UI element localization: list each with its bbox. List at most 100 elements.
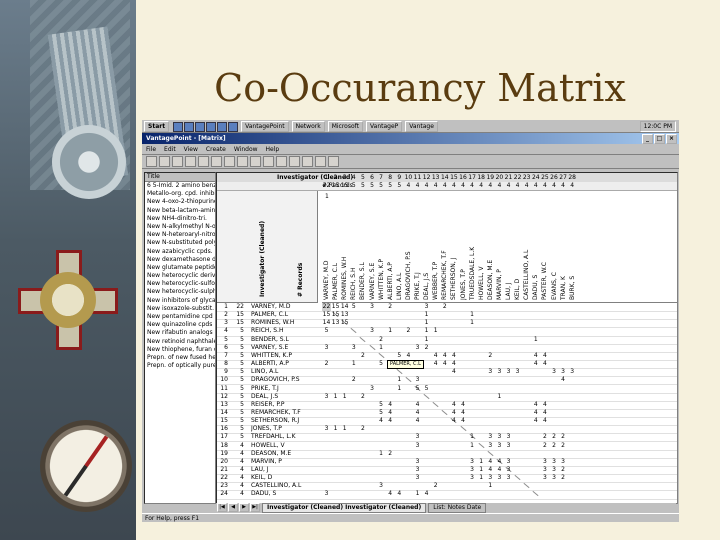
matrix-cell[interactable]: 3 — [322, 344, 331, 352]
row-name[interactable]: REICH, S.H — [251, 327, 315, 335]
taskbar-button[interactable]: Microsoft — [327, 120, 363, 132]
matrix-cell[interactable]: 2 — [440, 303, 449, 311]
row-name[interactable]: KEIL, D — [251, 474, 315, 482]
matrix-cell[interactable]: 2 — [322, 360, 331, 368]
matrix-cell[interactable]: 4 — [540, 352, 549, 360]
column-name[interactable]: DRAGOVICH, P.S — [404, 194, 413, 300]
row-name[interactable]: DEASON, M.E — [251, 450, 315, 458]
column-number[interactable]: 3 — [340, 173, 349, 182]
map-icon[interactable] — [302, 156, 313, 167]
matrix-cell[interactable]: 14 — [340, 303, 349, 311]
matrix-cell[interactable]: 2 — [540, 433, 549, 441]
matrix-cell[interactable]: 3 — [550, 474, 559, 482]
close-icon[interactable]: × — [666, 134, 677, 144]
matrix-cell[interactable]: 3 — [504, 458, 513, 466]
matrix-cell[interactable]: 5 — [377, 401, 386, 409]
matrix-cell[interactable]: 1 — [422, 327, 431, 335]
matrix-cell[interactable]: 2 — [358, 352, 367, 360]
matrix-cell[interactable]: 3 — [568, 368, 577, 376]
title-list-item[interactable]: New heterocyclic-sulph — [145, 288, 215, 296]
row-name[interactable]: SETHERSON, R.J — [251, 417, 315, 425]
matrix-cell[interactable]: 3 — [377, 482, 386, 490]
column-name[interactable]: LAU, J — [504, 194, 513, 300]
column-number[interactable]: 19 — [486, 173, 495, 182]
matrix-cell[interactable]: 4 — [540, 401, 549, 409]
taskbar-button[interactable]: VantageP — [366, 120, 403, 132]
matrix-cell[interactable]: 4 — [404, 352, 413, 360]
row-name[interactable]: DADU, S — [251, 490, 315, 498]
row-name[interactable]: VARNEY, S.E — [251, 344, 315, 352]
matrix-cell[interactable]: 2 — [358, 425, 367, 433]
matrix-cell[interactable]: 4 — [440, 360, 449, 368]
paste-icon[interactable] — [237, 156, 248, 167]
matrix-cell[interactable]: 4 — [440, 352, 449, 360]
matrix-cell[interactable]: 1 — [477, 466, 486, 474]
undo-icon[interactable] — [250, 156, 261, 167]
column-number[interactable]: 18 — [477, 173, 486, 182]
column-number[interactable]: 28 — [568, 173, 577, 182]
title-list-item[interactable]: New quinazoline cpds — [145, 321, 215, 329]
matrix-cell[interactable]: 4 — [531, 409, 540, 417]
matrix-cell[interactable]: 4 — [395, 490, 404, 498]
column-number[interactable]: 23 — [522, 173, 531, 182]
menu-file[interactable]: File — [142, 146, 160, 153]
matrix-cell[interactable]: 3 — [486, 474, 495, 482]
title-list-header[interactable]: Title — [145, 173, 215, 182]
matrix-cell[interactable]: 4 — [377, 417, 386, 425]
matrix-cell[interactable]: 1 — [468, 311, 477, 319]
matrix-cell[interactable]: 5 — [349, 303, 358, 311]
matrix-cell[interactable]: 2 — [358, 393, 367, 401]
column-name[interactable]: JONES, T.P — [459, 194, 468, 300]
taskbar-button[interactable]: Network — [291, 120, 325, 132]
matrix-cell[interactable]: 14 — [322, 319, 331, 327]
matrix-cell[interactable]: 3 — [504, 474, 513, 482]
row-name[interactable]: BENDER, S.L — [251, 336, 315, 344]
matrix-cell[interactable]: 4 — [459, 417, 468, 425]
matrix-cell[interactable]: 4 — [431, 352, 440, 360]
new-file-icon[interactable] — [146, 156, 157, 167]
matrix-cell[interactable]: 1 — [468, 319, 477, 327]
matrix-cell[interactable]: 4 — [540, 360, 549, 368]
chart-icon[interactable] — [315, 156, 326, 167]
matrix-cell[interactable]: 1 — [377, 450, 386, 458]
menu-help[interactable]: Help — [262, 146, 284, 153]
matrix-cell[interactable]: 3 — [504, 442, 513, 450]
title-list-item[interactable]: Metallo-org. cpd. inhibit — [145, 190, 215, 198]
taskbar-button[interactable]: VantagePoint — [241, 120, 289, 132]
save-icon[interactable] — [172, 156, 183, 167]
matrix-cell[interactable]: 5 — [413, 385, 422, 393]
title-list-item[interactable]: New heterocyclic-sulfon — [145, 280, 215, 288]
row-name[interactable]: DEAL, J.S — [251, 393, 315, 401]
column-number[interactable]: 22 — [513, 173, 522, 182]
quick-launch-icon[interactable] — [173, 121, 184, 132]
matrix-cell[interactable]: 3 — [504, 433, 513, 441]
tab-list[interactable]: List: Notes Date — [428, 502, 487, 513]
column-name[interactable]: VARNEY, M.D — [322, 194, 331, 300]
open-folder-icon[interactable] — [159, 156, 170, 167]
column-name[interactable]: PRIKE, T.J — [413, 194, 422, 300]
column-name[interactable]: ALBERTI, A.P — [386, 194, 395, 300]
matrix-cell[interactable]: 4 — [386, 490, 395, 498]
minimize-icon[interactable]: _ — [642, 134, 653, 144]
matrix-cell[interactable]: 15 — [331, 303, 340, 311]
column-number[interactable]: 26 — [550, 173, 559, 182]
matrix-cell[interactable]: 4 — [495, 466, 504, 474]
row-name[interactable]: MARVIN, P — [251, 458, 315, 466]
tab-last-icon[interactable]: ▶| — [250, 503, 260, 512]
title-list-item[interactable]: Prepn. of optically pure — [145, 362, 215, 370]
title-list-item[interactable]: Prepn. of new fused hete — [145, 354, 215, 362]
title-list-item[interactable]: New dexamethasone deriv — [145, 256, 215, 264]
matrix-cell[interactable]: 15 — [340, 319, 349, 327]
column-number[interactable]: 10 — [404, 173, 413, 182]
matrix-cell[interactable]: 1 — [468, 433, 477, 441]
quick-launch-icon[interactable] — [184, 121, 195, 132]
column-name[interactable]: VARNEY, S.E — [368, 194, 377, 300]
title-list-item[interactable]: New isoxazole-substit. — [145, 305, 215, 313]
row-field-label[interactable]: Investigator (Cleaned) — [259, 197, 266, 297]
matrix-cell[interactable]: 1 — [395, 385, 404, 393]
matrix-cell[interactable]: 1 — [377, 344, 386, 352]
title-list-item[interactable]: New retinoid naphthalene — [145, 338, 215, 346]
matrix-cell[interactable]: 22 — [322, 303, 331, 311]
matrix-cell[interactable]: 1 — [468, 442, 477, 450]
column-name[interactable]: WEBBER, T.P — [431, 194, 440, 300]
